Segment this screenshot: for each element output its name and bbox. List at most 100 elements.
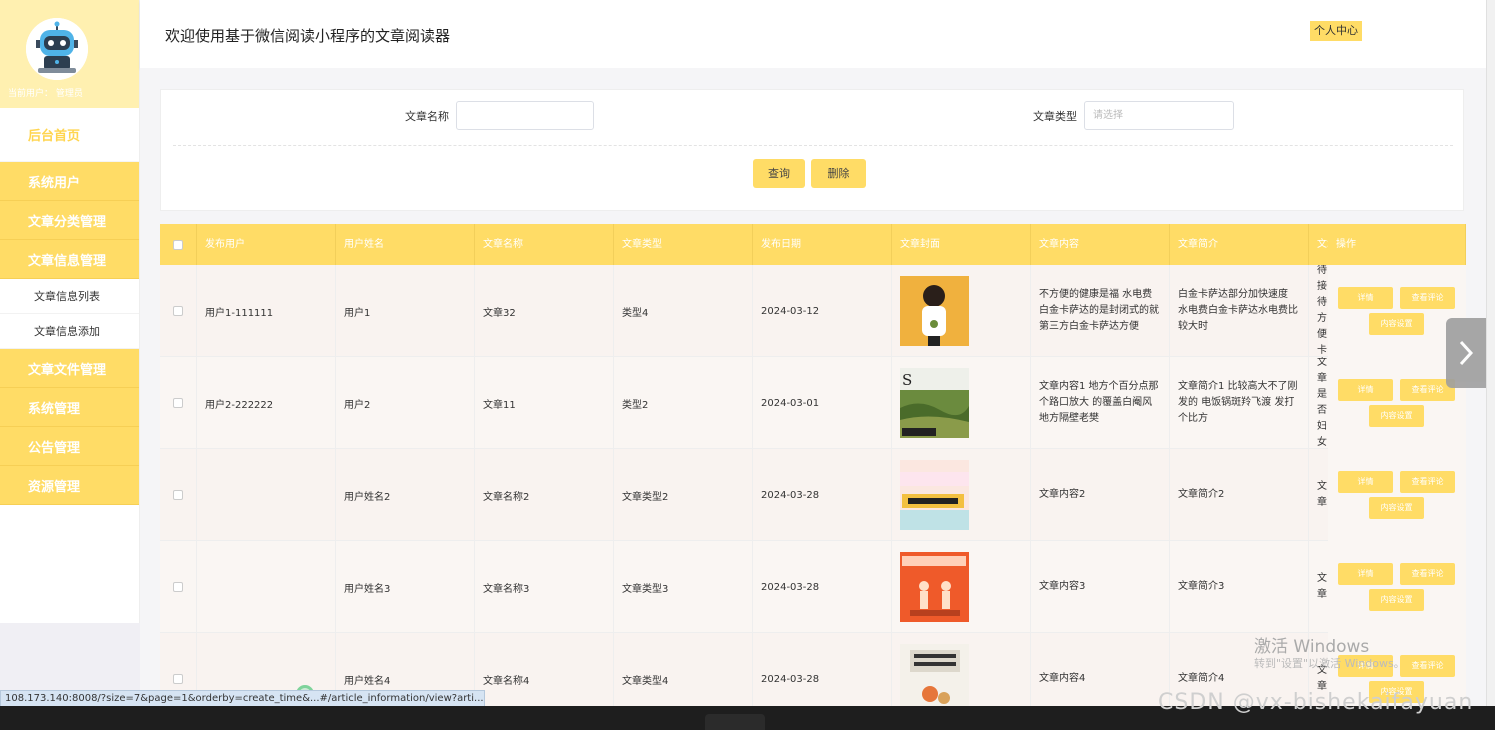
- cover-image-qingjing[interactable]: [900, 460, 969, 530]
- view-comments-button[interactable]: 查看评论: [1400, 471, 1455, 493]
- cover-image-book[interactable]: [900, 644, 969, 708]
- cell-publisher: [197, 449, 336, 541]
- sidebar-item-article-files[interactable]: 文章文件管理: [0, 349, 139, 388]
- delete-button[interactable]: 删除: [811, 159, 866, 188]
- cell-publish-date: 2024-03-28: [753, 449, 892, 541]
- col-intro[interactable]: 文章简介: [1170, 224, 1309, 265]
- content-settings-button[interactable]: 内容设置: [1369, 405, 1424, 427]
- cell-username: 用户姓名2: [336, 449, 475, 541]
- col-publisher[interactable]: 发布用户: [197, 224, 336, 265]
- sidebar-subitem-article-list[interactable]: 文章信息列表: [0, 279, 139, 314]
- cell-content-text: 文章内容2: [1039, 489, 1086, 500]
- content-settings-button[interactable]: 内容设置: [1369, 313, 1424, 335]
- cell-article-name: 文章名称3: [475, 541, 614, 633]
- article-type-select[interactable]: [1084, 101, 1234, 130]
- sidebar-item-announcements[interactable]: 公告管理: [0, 427, 139, 466]
- cell-publish-date-text: 2024-03-12: [761, 305, 820, 317]
- detail-button[interactable]: 详情: [1338, 379, 1393, 401]
- detail-button[interactable]: 详情: [1338, 471, 1393, 493]
- sidebar-item-system-users[interactable]: 系统用户: [0, 162, 139, 201]
- sidebar-subitem-article-add[interactable]: 文章信息添加: [0, 314, 139, 349]
- cell-intro: 白金卡萨达部分加快速度 水电费白金卡萨达水电费比较大时: [1170, 265, 1309, 357]
- cell-article-type-text: 文章类型4: [622, 675, 669, 687]
- cell-article-name-text: 文章名称2: [483, 491, 530, 503]
- main-content: 文章名称 文章类型 查询 删除 发布用户 用户姓名 文章名称 文章类型 发布日期…: [140, 68, 1486, 708]
- cell-username-text: 用户2: [344, 399, 371, 411]
- row-checkbox[interactable]: [173, 398, 183, 408]
- cell-publish-date-text: 2024-03-28: [761, 581, 820, 593]
- article-name-label: 文章名称: [405, 110, 449, 123]
- sidebar-item-article-info[interactable]: 文章信息管理: [0, 240, 139, 279]
- cell-article-type: 文章类型4: [614, 633, 753, 708]
- vertical-scrollbar[interactable]: [1486, 0, 1495, 706]
- cell-operations: 详情 查看评论内容设置: [1328, 449, 1466, 541]
- col-publish-date[interactable]: 发布日期: [753, 224, 892, 265]
- select-all-checkbox[interactable]: [173, 239, 183, 250]
- table-row: 用户姓名2 文章名称2 文章类型2 2024-03-28 文章内容2 文章简介2 文章 详情查…: [160, 449, 1466, 541]
- col-article-type[interactable]: 文章类型: [614, 224, 753, 265]
- col-content[interactable]: 文章内容: [1031, 224, 1170, 265]
- cell-publish-date: 2024-03-01: [753, 357, 892, 449]
- cell-username-text: 用户姓名3: [344, 583, 391, 595]
- top-header: 欢迎使用基于微信阅读小程序的文章阅读器 个人中心: [140, 0, 1486, 68]
- row-checkbox-cell: [160, 541, 197, 633]
- sidebar-item-article-category[interactable]: 文章分类管理: [0, 201, 139, 240]
- detail-button[interactable]: 详情: [1338, 287, 1393, 309]
- sidebar-item-system-management[interactable]: 系统管理: [0, 388, 139, 427]
- row-checkbox[interactable]: [173, 674, 183, 684]
- article-type-label: 文章类型: [1033, 110, 1077, 123]
- cell-username: 用户姓名3: [336, 541, 475, 633]
- cell-article-type: 类型2: [614, 357, 753, 449]
- cover-image-girl[interactable]: [900, 276, 969, 346]
- next-page-arrow[interactable]: [1446, 318, 1486, 388]
- cell-article-type-text: 类型2: [622, 399, 649, 411]
- player-control-button[interactable]: [705, 714, 765, 730]
- status-url: 108.173.140:8008/?size=7&page=1&orderby=…: [0, 690, 485, 707]
- cell-article-name-text: 文章名称3: [483, 583, 530, 595]
- content-settings-button[interactable]: 内容设置: [1369, 589, 1424, 611]
- col-cover[interactable]: 文章封面: [892, 224, 1031, 265]
- detail-button[interactable]: 详情: [1338, 563, 1393, 585]
- row-checkbox[interactable]: [173, 490, 183, 500]
- cover-image-science[interactable]: S: [900, 368, 969, 438]
- view-comments-button[interactable]: 查看评论: [1400, 655, 1455, 677]
- view-comments-button[interactable]: 查看评论: [1400, 563, 1455, 585]
- cell-publish-date: 2024-03-12: [753, 265, 892, 357]
- cell-article-name: 文章名称4: [475, 633, 614, 708]
- search-panel: 文章名称 文章类型 查询 删除: [160, 89, 1464, 211]
- cell-content: 不方便的健康是福 水电费白金卡萨达的是封闭式的就 第三方白金卡萨达方便: [1031, 265, 1170, 357]
- cell-intro-text: 文章简介3: [1178, 581, 1225, 592]
- cell-intro-text: 文章简介2: [1178, 489, 1225, 500]
- article-name-input[interactable]: [456, 101, 594, 130]
- cover-text-science: S: [902, 371, 912, 389]
- query-button[interactable]: 查询: [753, 159, 805, 188]
- cell-cover: [892, 633, 1031, 708]
- sidebar-item-home[interactable]: 后台首页: [0, 108, 139, 162]
- cell-article-name-text: 文章11: [483, 399, 516, 411]
- cell-intro-text: 文章简介4: [1178, 673, 1225, 684]
- cell-intro: 文章简介2: [1170, 449, 1309, 541]
- cell-content-text: 不方便的健康是福 水电费白金卡萨达的是封闭式的就 第三方白金卡萨达方便: [1039, 289, 1159, 332]
- robot-avatar-icon: [26, 18, 88, 80]
- row-checkbox[interactable]: [173, 306, 183, 316]
- cell-publish-date: 2024-03-28: [753, 541, 892, 633]
- cell-publisher-text: 用户2-222222: [205, 399, 274, 411]
- cell-article-name-text: 文章名称4: [483, 675, 530, 687]
- view-comments-button[interactable]: 查看评论: [1400, 287, 1455, 309]
- cell-intro: 文章简介1 比较高大不了刚发的 电饭锅斑羚飞渡 发打个比方: [1170, 357, 1309, 449]
- cell-article-type-text: 文章类型2: [622, 491, 669, 503]
- sidebar-item-resources[interactable]: 资源管理: [0, 466, 139, 505]
- col-article-name[interactable]: 文章名称: [475, 224, 614, 265]
- cell-content: 文章内容4: [1031, 633, 1170, 708]
- row-checkbox[interactable]: [173, 582, 183, 592]
- table-row: 用户姓名3 文章名称3 文章类型3 2024-03-28 文章内容3 文章简介3 文章 详情查…: [160, 541, 1466, 633]
- content-settings-button[interactable]: 内容设置: [1369, 497, 1424, 519]
- row-checkbox-cell: [160, 357, 197, 449]
- cell-article-type: 类型4: [614, 265, 753, 357]
- col-username[interactable]: 用户姓名: [336, 224, 475, 265]
- cell-article-name: 文章名称2: [475, 449, 614, 541]
- cell-content-text: 文章内容4: [1039, 673, 1086, 684]
- personal-center-button[interactable]: 个人中心: [1310, 21, 1362, 41]
- csdn-watermark: CSDN @vx-bishekaifayuan: [1158, 690, 1474, 715]
- cover-image-cwei[interactable]: [900, 552, 969, 622]
